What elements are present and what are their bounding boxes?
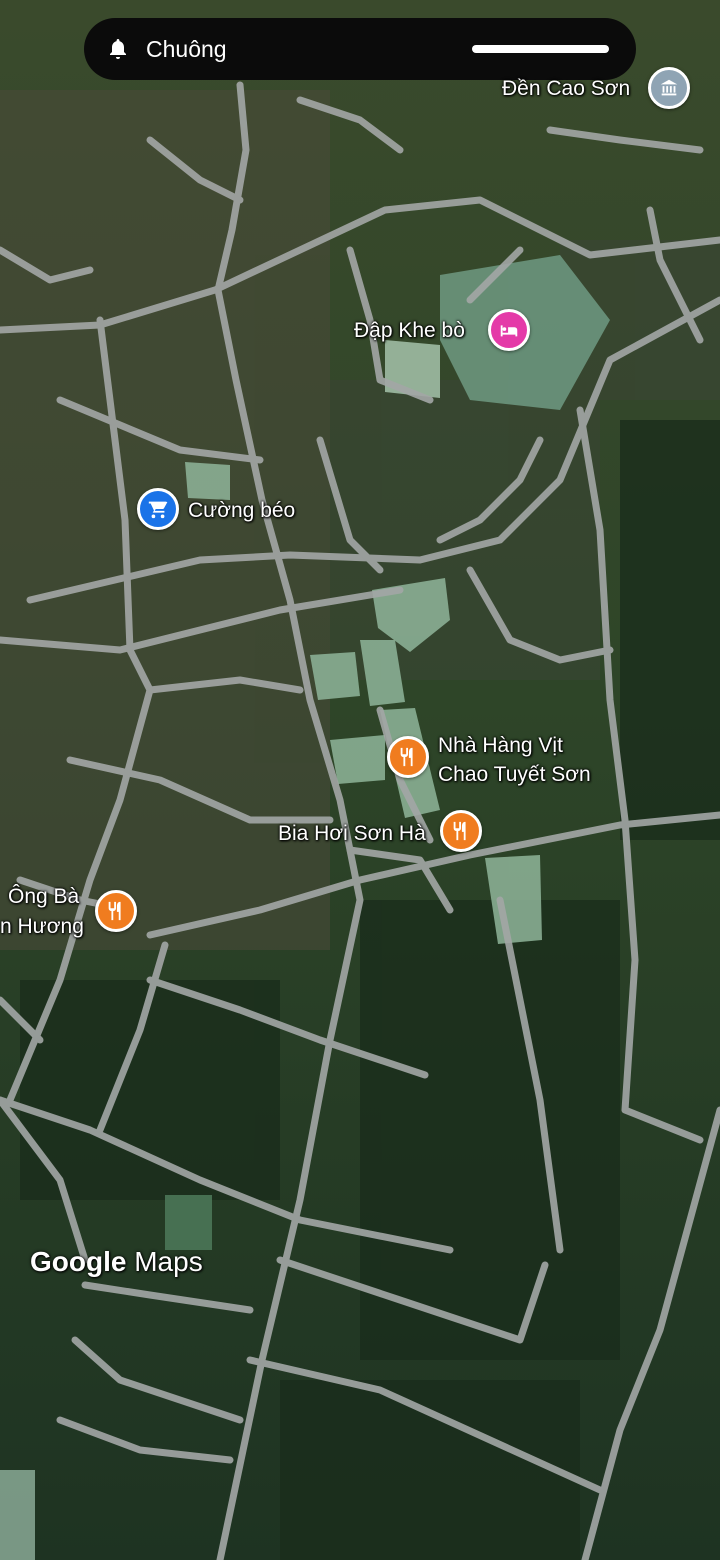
notification-title: Chuông: [146, 36, 227, 62]
bell-icon: [106, 37, 130, 61]
place-label-nha-hang-vit-line1[interactable]: Nhà Hàng Vịt: [438, 732, 563, 759]
brand-google: Google: [30, 1246, 127, 1277]
restaurant-icon[interactable]: [95, 890, 137, 932]
place-label-dap-khe-bo[interactable]: Đập Khe bò: [354, 317, 465, 344]
place-label-ong-ba-line1[interactable]: Ông Bà: [8, 883, 79, 910]
place-label-bia-hoi[interactable]: Bia Hơi Sơn Hà: [278, 820, 426, 847]
satellite-map[interactable]: [0, 0, 720, 1560]
restaurant-icon[interactable]: [387, 736, 429, 778]
brand-maps: Maps: [134, 1246, 203, 1277]
google-maps-logo: Google Maps: [30, 1244, 203, 1280]
place-label-den-cao-son[interactable]: Đền Cao Sơn: [502, 75, 630, 102]
place-label-ong-ba-line2[interactable]: n Hương: [0, 913, 84, 940]
temple-icon[interactable]: [648, 67, 690, 109]
restaurant-icon[interactable]: [440, 810, 482, 852]
place-label-nha-hang-vit-line2[interactable]: Chao Tuyết Sơn: [438, 761, 591, 788]
place-label-cuong-beo[interactable]: Cường béo: [188, 497, 295, 524]
hotel-icon[interactable]: [488, 309, 530, 351]
notification-banner[interactable]: Chuông: [84, 18, 636, 80]
shopping-cart-icon[interactable]: [137, 488, 179, 530]
drag-handle[interactable]: [472, 45, 609, 53]
